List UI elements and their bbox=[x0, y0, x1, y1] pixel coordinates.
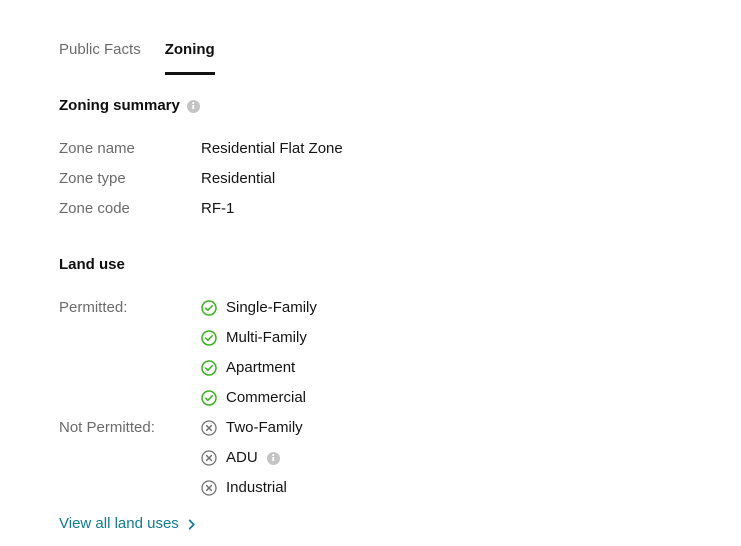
summary-row: Zone name Residential Flat Zone bbox=[59, 134, 741, 164]
land-use-permitted-group: Permitted: Single-Family Multi-Family Ap… bbox=[0, 293, 741, 413]
list-item: Industrial bbox=[201, 473, 303, 503]
zone-name-value: Residential Flat Zone bbox=[201, 140, 343, 157]
list-item-label: Two-Family bbox=[226, 419, 303, 436]
not-permitted-label: Not Permitted: bbox=[59, 419, 155, 436]
check-circle-icon bbox=[201, 390, 217, 406]
check-circle-icon bbox=[201, 360, 217, 376]
land-use-heading: Land use bbox=[0, 256, 741, 274]
list-item-label: Single-Family bbox=[226, 299, 317, 316]
land-use-title: Land use bbox=[59, 256, 125, 273]
zoning-summary-heading: Zoning summary bbox=[0, 97, 741, 115]
view-all-land-uses-link[interactable]: View all land uses bbox=[59, 514, 197, 534]
tab-zoning-label: Zoning bbox=[164, 41, 215, 58]
list-item: Apartment bbox=[201, 353, 317, 383]
permitted-label: Permitted: bbox=[59, 299, 128, 316]
info-icon[interactable] bbox=[186, 99, 200, 113]
tab-public-facts[interactable]: Public Facts bbox=[59, 41, 141, 75]
tab-zoning[interactable]: Zoning bbox=[164, 41, 215, 75]
list-item-label: Commercial bbox=[226, 389, 307, 406]
list-item-label: Industrial bbox=[226, 479, 287, 496]
permitted-list: Single-Family Multi-Family Apartment Com… bbox=[201, 293, 317, 413]
x-circle-icon bbox=[201, 480, 217, 496]
zone-code-label: Zone code bbox=[59, 200, 130, 217]
x-circle-icon bbox=[201, 420, 217, 436]
tab-public-facts-label: Public Facts bbox=[59, 41, 141, 58]
zoning-panel: Public Facts Zoning Zoning summary Zone … bbox=[0, 33, 741, 546]
list-item-label: Apartment bbox=[226, 359, 296, 376]
list-item: Multi-Family bbox=[201, 323, 317, 353]
list-item: ADU bbox=[201, 443, 303, 473]
chevron-right-icon bbox=[188, 519, 195, 529]
view-all-land-uses-row: View all land uses bbox=[0, 514, 741, 534]
zoning-summary-table: Zone name Residential Flat Zone Zone typ… bbox=[0, 134, 741, 224]
x-circle-icon bbox=[201, 450, 217, 466]
zone-type-value: Residential bbox=[201, 170, 276, 187]
not-permitted-list: Two-Family ADU Industrial bbox=[201, 413, 303, 503]
summary-row: Zone type Residential bbox=[59, 164, 741, 194]
list-item: Commercial bbox=[201, 383, 317, 413]
list-item: Two-Family bbox=[201, 413, 303, 443]
zoning-summary-title: Zoning summary bbox=[59, 97, 180, 114]
list-item-label: ADU bbox=[226, 449, 258, 466]
list-item-label: Multi-Family bbox=[226, 329, 307, 346]
land-use-not-permitted-group: Not Permitted: Two-Family ADU Industrial bbox=[0, 413, 741, 503]
check-circle-icon bbox=[201, 300, 217, 316]
zone-name-label: Zone name bbox=[59, 140, 135, 157]
check-circle-icon bbox=[201, 330, 217, 346]
view-all-land-uses-label: View all land uses bbox=[59, 515, 179, 532]
tab-bar: Public Facts Zoning bbox=[0, 33, 741, 75]
list-item: Single-Family bbox=[201, 293, 317, 323]
summary-row: Zone code RF-1 bbox=[59, 194, 741, 224]
zone-type-label: Zone type bbox=[59, 170, 126, 187]
info-icon[interactable] bbox=[266, 451, 280, 465]
zone-code-value: RF-1 bbox=[201, 200, 235, 217]
